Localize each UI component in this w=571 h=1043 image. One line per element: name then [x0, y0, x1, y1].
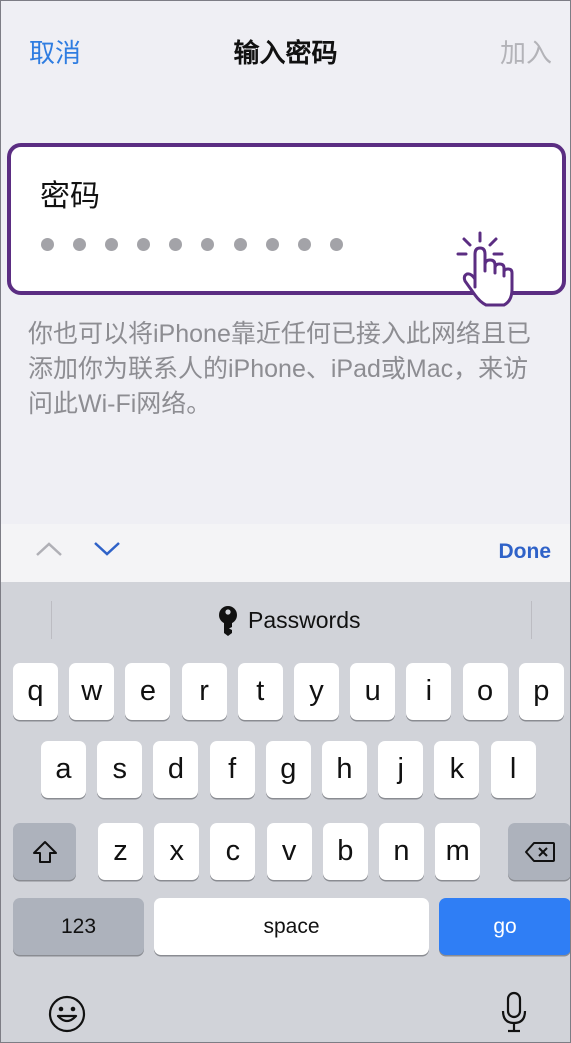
password-dots [41, 238, 362, 251]
key-o[interactable]: o [462, 663, 508, 720]
backspace-icon [524, 841, 555, 862]
emoji-icon[interactable] [48, 995, 86, 1033]
password-dot [41, 238, 54, 251]
password-dot [201, 238, 215, 251]
password-dot [137, 238, 151, 251]
cancel-button[interactable]: 取消 [29, 33, 81, 70]
passwords-suggestion[interactable]: Passwords [248, 607, 360, 634]
key-v[interactable]: v [266, 823, 312, 880]
key-n[interactable]: n [379, 823, 424, 880]
chevron-down-icon[interactable] [93, 541, 121, 557]
key-k[interactable]: k [434, 741, 480, 798]
go-key[interactable]: go [439, 898, 570, 955]
password-dot [105, 238, 119, 251]
numbers-key[interactable]: 123 [13, 898, 144, 955]
key-i[interactable]: i [406, 663, 452, 720]
key-y[interactable]: y [294, 663, 339, 720]
key-a[interactable]: a [41, 741, 86, 798]
key-z[interactable]: z [98, 823, 143, 880]
password-dot [265, 238, 279, 251]
key-x[interactable]: x [154, 823, 200, 880]
password-dot [329, 238, 343, 251]
keyboard-accessory-bar [1, 524, 570, 582]
suggestion-divider [51, 601, 52, 639]
shift-icon [32, 840, 57, 863]
key-s[interactable]: s [97, 741, 143, 798]
key-b[interactable]: b [322, 823, 368, 880]
password-label: 密码 [40, 180, 100, 213]
key-h[interactable]: h [322, 741, 367, 798]
key-j[interactable]: j [378, 741, 424, 798]
password-dot [73, 238, 87, 251]
key-u[interactable]: u [350, 663, 396, 720]
key-l[interactable]: l [490, 741, 536, 798]
key-w[interactable]: w [69, 663, 115, 720]
key-f[interactable]: f [209, 741, 255, 798]
key-m[interactable]: m [435, 823, 481, 880]
key-q[interactable]: q [13, 663, 58, 720]
screen: 输入密码 取消 加入 密码 你也可以将iPhone靠近任何已接入此网络且已添加你… [0, 0, 571, 1043]
key-r[interactable]: r [181, 663, 227, 720]
chevron-up-icon[interactable] [35, 541, 63, 557]
key-c[interactable]: c [210, 823, 256, 880]
password-dot [233, 238, 247, 251]
shift-key[interactable] [13, 823, 76, 880]
key-p[interactable]: p [518, 663, 564, 720]
password-dot [169, 238, 183, 251]
space-key[interactable]: space [154, 898, 429, 955]
key-g[interactable]: g [265, 741, 311, 798]
suggestion-divider [531, 601, 532, 639]
done-button[interactable]: Done [499, 540, 552, 564]
join-button[interactable]: 加入 [500, 33, 552, 70]
delete-key[interactable] [508, 823, 570, 880]
keyboard [1, 582, 570, 1042]
microphone-icon[interactable] [501, 991, 527, 1033]
nearby-device-hint: 你也可以将iPhone靠近任何已接入此网络且已添加你为联系人的iPhone、iP… [28, 320, 531, 418]
page-title: 输入密码 [233, 38, 338, 68]
password-dot [297, 238, 311, 251]
key-d[interactable]: d [153, 741, 199, 798]
key-t[interactable]: t [237, 663, 283, 720]
key-e[interactable]: e [125, 663, 171, 720]
tap-hand-icon [456, 231, 514, 307]
key-icon [219, 606, 237, 636]
